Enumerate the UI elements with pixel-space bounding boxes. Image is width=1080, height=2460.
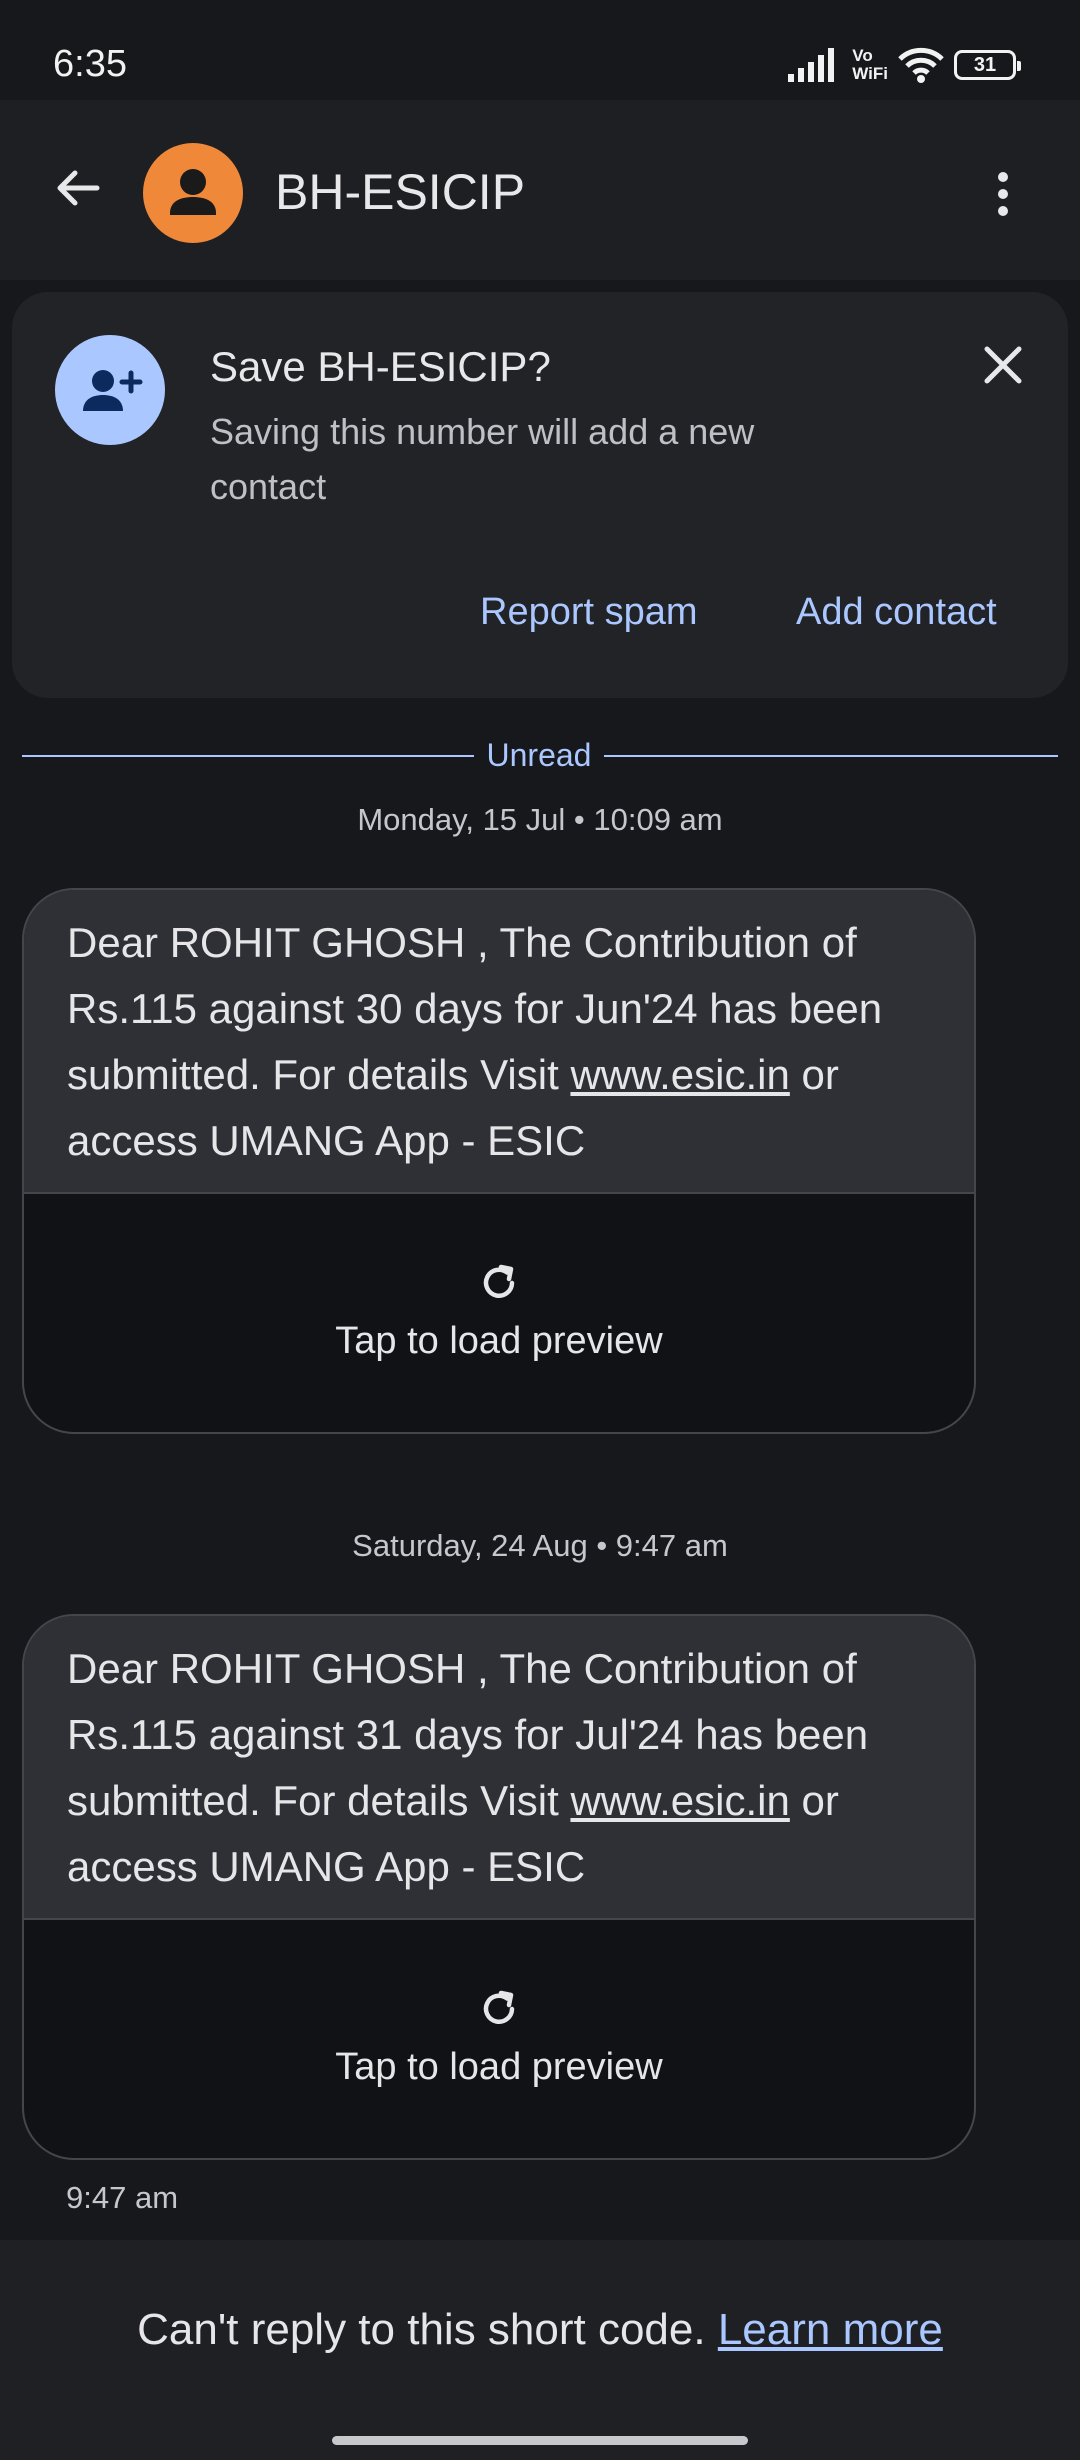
status-icons: Vo WiFi 31 [788, 40, 1021, 90]
message-date: Monday, 15 Jul • 10:09 am [357, 802, 723, 837]
message-link[interactable]: www.esic.in [570, 1777, 789, 1824]
add-contact-button[interactable]: Add contact [796, 586, 997, 638]
link-preview-placeholder[interactable]: Tap to load preview [24, 1194, 974, 1432]
vowifi-bottom: WiFi [852, 64, 888, 83]
message-text: Dear ROHIT GHOSH , The Contribution of R… [24, 1616, 974, 1920]
refresh-icon [483, 1990, 515, 2024]
person-icon [170, 169, 216, 215]
unread-divider-left [22, 755, 474, 757]
learn-more-link[interactable]: Learn more [718, 2305, 943, 2354]
reply-disabled-notice: Can't reply to this short code. Learn mo… [0, 2300, 1080, 2360]
status-time: 6:35 [53, 43, 127, 85]
message-text: Dear ROHIT GHOSH , The Contribution of R… [24, 890, 974, 1194]
signal-icon [788, 48, 835, 82]
report-spam-button[interactable]: Report spam [480, 586, 698, 638]
arrow-left-icon [57, 170, 100, 206]
vowifi-indicator: Vo WiFi [852, 47, 888, 83]
close-icon [984, 346, 1022, 384]
reply-disabled-text: Can't reply to this short code. [137, 2305, 718, 2354]
battery-icon: 31 [954, 50, 1021, 80]
back-button[interactable] [40, 150, 116, 226]
tap-to-load-preview: Tap to load preview [335, 1320, 663, 1362]
message-bubble[interactable]: Dear ROHIT GHOSH , The Contribution of R… [22, 1614, 976, 2160]
message-timestamp: 9:47 am [66, 2180, 179, 2215]
save-card-description: Saving this number will add a new contac… [210, 411, 755, 507]
save-card-title: Save BH-ESICIP? [210, 343, 551, 390]
refresh-icon [483, 1264, 515, 1298]
tap-to-load-preview: Tap to load preview [335, 2046, 663, 2088]
wifi-icon [898, 47, 944, 83]
battery-level: 31 [973, 53, 997, 76]
message-bubble[interactable]: Dear ROHIT GHOSH , The Contribution of R… [22, 888, 976, 1434]
close-button[interactable] [972, 334, 1034, 396]
message-link[interactable]: www.esic.in [570, 1051, 789, 1098]
contact-avatar[interactable] [143, 143, 243, 243]
message-date: Saturday, 24 Aug • 9:47 am [352, 1528, 728, 1563]
vowifi-top: Vo [852, 46, 873, 65]
more-options-button[interactable] [970, 156, 1036, 232]
unread-divider-right [604, 755, 1058, 757]
unread-label: Unread [486, 737, 592, 773]
home-indicator[interactable] [332, 2436, 748, 2445]
conversation-title[interactable]: BH-ESICIP [275, 160, 525, 224]
person-add-icon [83, 370, 143, 411]
add-contact-avatar [55, 335, 165, 445]
more-vert-icon [998, 172, 1008, 216]
link-preview-placeholder[interactable]: Tap to load preview [24, 1920, 974, 2158]
